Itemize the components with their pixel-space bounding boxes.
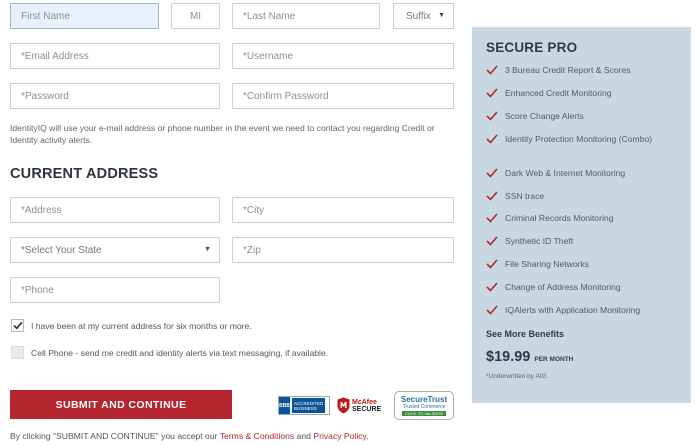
securetrust-line2: Trusted Commerce [402,403,446,410]
state-select-value: *Select Your State [21,244,102,256]
suffix-select-value: Suffix [406,10,431,22]
first-name-input[interactable] [10,3,159,29]
benefit-item: File Sharing Networks [486,259,686,270]
benefit-label: Criminal Records Monitoring [505,213,614,223]
chevron-down-icon: ▼ [438,12,445,19]
password-input[interactable] [10,83,220,109]
mcafee-shield-icon [337,397,350,414]
terms-link[interactable]: Terms & Conditions [220,431,295,441]
address-input[interactable] [10,197,220,223]
bbb-badge[interactable]: BBB ACCREDITED BUSINESS [278,396,330,415]
checkmark-icon [486,213,498,223]
benefit-item: IQAlerts with Application Monitoring [486,305,686,316]
bbb-logo-icon: BBB [279,397,290,414]
benefit-item: SSN trace [486,191,686,202]
chevron-down-icon: ▼ [204,246,211,253]
suffix-select[interactable]: Suffix ▼ [393,3,454,29]
securetrust-validate: CLICK TO VALIDATE [401,410,447,416]
benefit-item: Identity Protection Monitoring (Combo) [486,134,686,145]
benefit-label: IQAlerts with Application Monitoring [505,305,641,315]
mcafee-line1: McAfee [352,398,377,406]
zip-input[interactable] [232,237,454,263]
cell-alerts-label: Cell Phone - send me credit and identity… [31,348,329,358]
checkmark-icon [12,321,23,330]
benefit-item: Dark Web & Internet Monitoring [486,168,686,179]
contact-note: IdentityIQ will use your e-mail address … [10,123,435,145]
price-amount: $19.99 [486,349,531,365]
submit-button[interactable]: SUBMIT AND CONTINUE [10,390,232,419]
benefit-label: 3 Bureau Credit Report & Scores [505,65,631,75]
mcafee-badge[interactable]: McAfee SECURE [337,396,389,415]
legal-text: By clicking "SUBMIT AND CONTINUE" you ac… [10,431,369,441]
benefit-label: Enhanced Credit Monitoring [505,88,612,98]
benefit-item: Criminal Records Monitoring [486,213,686,224]
checkmark-icon [486,111,498,121]
securetrust-badge[interactable]: SecureTrust Trusted Commerce CLICK TO VA… [394,391,454,420]
checkmark-icon [486,134,498,144]
six-months-checkbox[interactable] [11,319,24,332]
phone-input[interactable] [10,277,220,303]
username-input[interactable] [232,43,454,69]
checkmark-icon [486,88,498,98]
benefit-label: File Sharing Networks [505,259,590,269]
email-input[interactable] [10,43,220,69]
see-more-benefits-link[interactable]: See More Benefits [486,329,564,339]
current-address-heading: CURRENT ADDRESS [10,166,159,182]
benefit-label: Identity Protection Monitoring (Combo) [505,134,653,144]
benefit-item: Change of Address Monitoring [486,282,686,293]
six-months-label: I have been at my current address for si… [31,321,252,331]
plan-price: $19.99 PER MONTH [486,349,573,365]
mcafee-line2: SECURE [352,405,382,413]
benefit-label: SSN trace [505,191,545,201]
plan-title: SECURE PRO [486,40,578,55]
privacy-link[interactable]: Privacy Policy [313,431,366,441]
plan-panel: SECURE PRO 3 Bureau Credit Report & Scor… [472,27,691,403]
checkmark-icon [486,305,498,315]
last-name-input[interactable] [232,3,380,29]
bbb-line2: BUSINESS [294,405,317,411]
confirm-password-input[interactable] [232,83,454,109]
checkmark-icon [486,65,498,75]
benefit-item: Synthetic ID Theft [486,236,686,247]
state-select[interactable]: *Select Your State ▼ [10,237,220,263]
benefit-item: Enhanced Credit Monitoring [486,88,686,99]
benefit-label: Change of Address Monitoring [505,282,621,292]
benefit-label: Dark Web & Internet Monitoring [505,168,626,178]
benefit-label: Synthetic ID Theft [505,236,574,246]
checkmark-icon [486,191,498,201]
benefit-label: Score Change Alerts [505,111,584,121]
checkmark-icon [486,282,498,292]
benefit-item: Score Change Alerts [486,111,686,122]
benefit-item: 3 Bureau Credit Report & Scores [486,65,686,76]
checkmark-icon [486,168,498,178]
checkmark-icon [486,259,498,269]
city-input[interactable] [232,197,454,223]
underwritten-note: *Underwritten by AIG [486,373,547,380]
cell-alerts-checkbox[interactable] [11,346,24,359]
middle-initial-input[interactable] [171,3,220,29]
price-period: PER MONTH [534,356,574,363]
securetrust-line1: SecureTrust [400,394,448,404]
checkmark-icon [486,236,498,246]
